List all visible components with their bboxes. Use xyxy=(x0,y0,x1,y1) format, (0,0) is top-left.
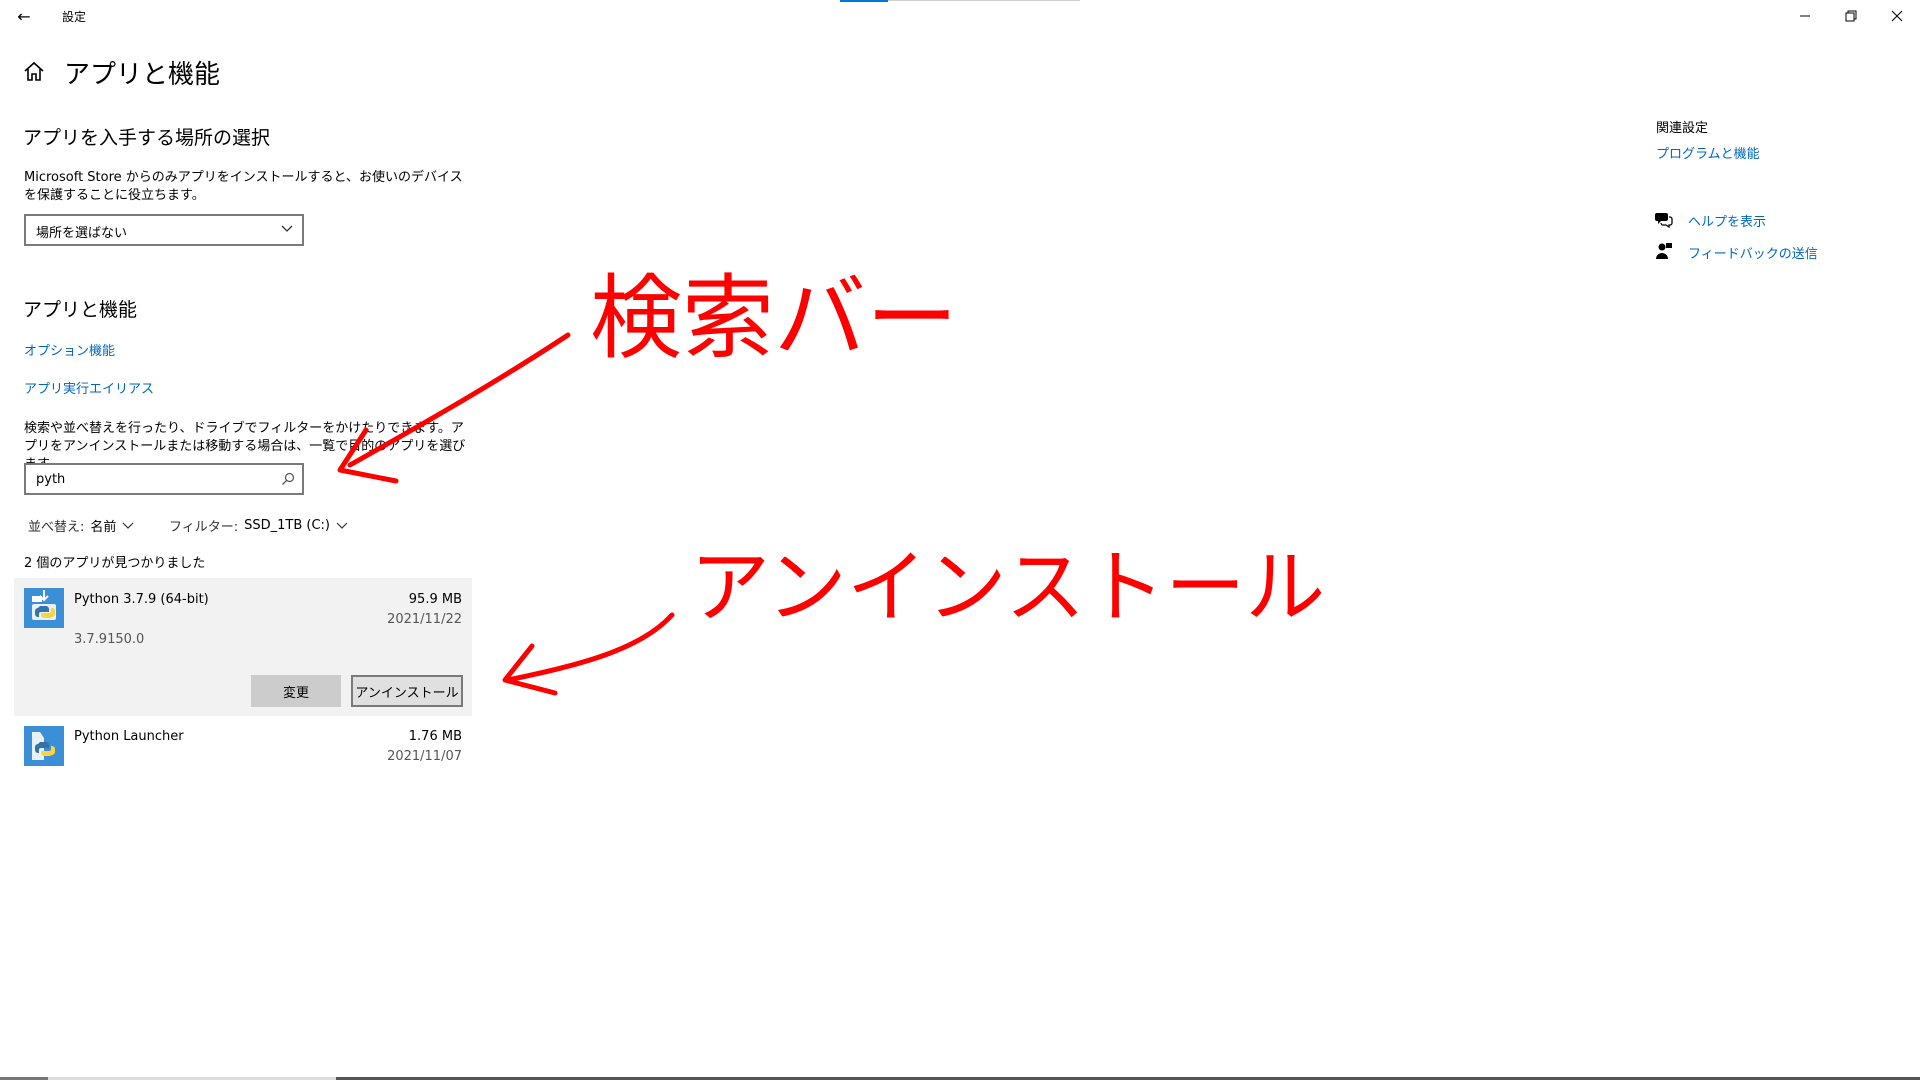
back-arrow-icon: ← xyxy=(17,6,31,26)
app-search-input[interactable] xyxy=(36,470,266,488)
minimize-icon xyxy=(1800,15,1810,17)
programs-and-features-link[interactable]: プログラムと機能 xyxy=(1656,143,1760,162)
install-source-heading: アプリを入手する場所の選択 xyxy=(23,127,271,149)
annotation-arrow-uninstall-head xyxy=(502,643,558,696)
chevron-down-icon xyxy=(336,522,348,529)
page-title: アプリと機能 xyxy=(64,60,221,90)
install-source-description: Microsoft Store からのみアプリをインストールすると、お使いのデバ… xyxy=(24,170,463,203)
annotation-search-bar-text: 検索バー xyxy=(590,265,958,372)
search-icon xyxy=(282,472,295,485)
app-name: Python Launcher xyxy=(74,729,184,744)
found-count: 2 個のアプリが見つかりました xyxy=(24,556,206,571)
python-launcher-icon xyxy=(24,726,64,766)
back-button[interactable]: ← xyxy=(8,2,40,30)
install-source-dropdown[interactable]: 場所を選ばない xyxy=(24,214,304,246)
uninstall-button[interactable]: アンインストール xyxy=(351,675,463,707)
filter-label: フィルター: xyxy=(169,520,239,535)
app-list-item-python[interactable]: Python 3.7.9 (64-bit) 95.9 MB 2021/11/22… xyxy=(14,578,472,716)
feedback-icon xyxy=(1656,243,1672,259)
title-bar-accent xyxy=(840,0,888,2)
apps-heading: アプリと機能 xyxy=(23,299,138,321)
sort-label: 並べ替え: xyxy=(28,520,85,535)
related-settings-heading: 関連設定 xyxy=(1656,121,1709,136)
app-size: 95.9 MB xyxy=(408,592,462,607)
app-name: Python 3.7.9 (64-bit) xyxy=(74,592,209,607)
restore-icon xyxy=(1845,10,1857,22)
sort-value: 名前 xyxy=(90,520,117,535)
window-title: 設定 xyxy=(62,10,87,24)
app-size: 1.76 MB xyxy=(408,729,462,744)
restore-button[interactable] xyxy=(1828,0,1874,32)
annotation-arrow-uninstall-shaft xyxy=(505,612,675,683)
send-feedback-link[interactable]: フィードバックの送信 xyxy=(1688,243,1818,262)
python-installer-icon xyxy=(24,588,64,628)
app-aliases-link[interactable]: アプリ実行エイリアス xyxy=(24,378,154,397)
annotation-uninstall-text: アンインストール xyxy=(690,541,1325,634)
minimize-button[interactable] xyxy=(1782,0,1828,32)
app-version: 3.7.9150.0 xyxy=(74,632,145,647)
annotation-layer: 検索バー アンインストール xyxy=(337,265,1325,696)
chevron-down-icon xyxy=(281,225,293,232)
get-help-link[interactable]: ヘルプを表示 xyxy=(1688,211,1766,230)
chevron-down-icon xyxy=(122,522,134,529)
app-date: 2021/11/07 xyxy=(387,749,462,764)
optional-features-link[interactable]: オプション機能 xyxy=(24,340,115,359)
sort-control[interactable]: 並べ替え: 名前 xyxy=(28,516,134,535)
app-date: 2021/11/22 xyxy=(387,612,462,627)
close-button[interactable] xyxy=(1874,0,1920,32)
title-bar-accent-line xyxy=(888,0,1080,1)
app-search-box[interactable] xyxy=(24,463,304,495)
modify-button[interactable]: 変更 xyxy=(251,675,341,707)
app-list-item-python-launcher[interactable]: Python Launcher 1.76 MB 2021/11/07 xyxy=(14,718,472,778)
filter-value: SSD_1TB (C:) xyxy=(244,518,331,533)
dropdown-value: 場所を選ばない xyxy=(36,226,128,241)
title-bar: ← 設定 xyxy=(0,0,1920,32)
filter-control[interactable]: フィルター: SSD_1TB (C:) xyxy=(169,516,348,535)
home-icon[interactable] xyxy=(22,60,46,84)
close-icon xyxy=(1891,10,1903,22)
settings-window: ← 設定 アプリと機能 アプリを入手する場所の選択 Microsoft Stor… xyxy=(0,0,1920,1080)
help-chat-icon xyxy=(1655,213,1673,228)
